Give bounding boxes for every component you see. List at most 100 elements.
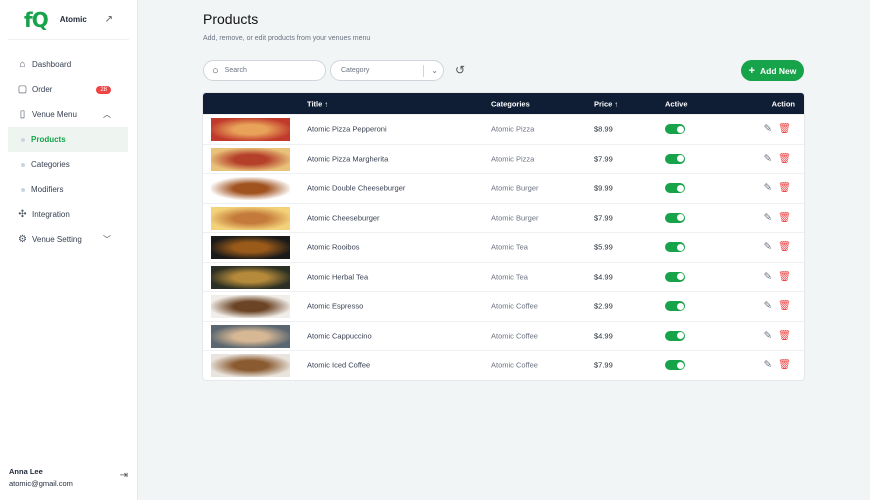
search-input[interactable]: ○ Search [203, 60, 326, 81]
edit-icon[interactable]: ✎ [764, 242, 772, 253]
product-price: $5.99 [594, 242, 613, 252]
trash-icon[interactable]: 🗑︎ [778, 242, 791, 253]
external-link-icon[interactable]: ↗ [105, 14, 113, 25]
sidebar-item-categories[interactable]: Categories [0, 152, 128, 177]
search-icon: ○ [212, 64, 219, 77]
product-category: Atomic Burger [491, 213, 539, 223]
products-table: Title ↑ Categories Price ↑ Active Action… [203, 93, 804, 380]
header-price[interactable]: Price ↑ [594, 99, 618, 108]
product-price: $8.99 [594, 124, 613, 134]
product-image [211, 324, 290, 348]
active-toggle[interactable] [665, 301, 685, 312]
product-title: Atomic Espresso [307, 301, 364, 311]
sidebar-item-integration[interactable]: ✣ Integration [0, 202, 128, 227]
edit-icon[interactable]: ✎ [764, 271, 772, 282]
product-image [211, 206, 290, 230]
table-row: Atomic Pizza Pepperoni Atomic Pizza $8.9… [203, 114, 804, 144]
product-category: Atomic Tea [491, 272, 528, 282]
table-row: Atomic Double Cheeseburger Atomic Burger… [203, 173, 804, 203]
reset-icon[interactable]: ↺ [455, 63, 465, 77]
table-row: Atomic Pizza Margherita Atomic Pizza $7.… [203, 143, 804, 174]
sidebar-item-label: Modifiers [31, 185, 64, 194]
trash-icon[interactable]: 🗑︎ [778, 330, 791, 341]
active-toggle[interactable] [665, 124, 685, 135]
active-toggle[interactable] [665, 153, 685, 164]
table-row: Atomic Espresso Atomic Coffee $2.99 ✎ 🗑︎ [203, 291, 804, 321]
edit-icon[interactable]: ✎ [764, 212, 772, 223]
user-info: Anna Lee atomic@gmail.com ⇥ [9, 467, 128, 488]
book-icon: ▯ [19, 109, 26, 120]
chevron-up-icon[interactable]: ︿ [103, 109, 111, 120]
bullet-icon [21, 162, 25, 167]
trash-icon[interactable]: 🗑︎ [778, 212, 791, 223]
sidebar-item-order[interactable]: ▢ Order 28 [0, 77, 128, 102]
sidebar-item-label: Products [31, 135, 66, 144]
trash-icon[interactable]: 🗑︎ [778, 301, 791, 312]
product-price: $4.99 [594, 331, 613, 341]
sidebar: fQ Atomic ↗ ⌂ Dashboard ▢ Order 28 ▯ Venue Men… [0, 0, 138, 500]
sidebar-item-dashboard[interactable]: ⌂ Dashboard [0, 52, 128, 77]
sidebar-item-venue-setting[interactable]: ⚙ Venue Setting ﹀ [0, 227, 128, 252]
active-toggle[interactable] [665, 271, 685, 282]
product-image [211, 236, 290, 259]
edit-icon[interactable]: ✎ [764, 153, 772, 164]
user-email: atomic@gmail.com [9, 479, 73, 488]
active-toggle[interactable] [665, 242, 685, 253]
product-title: Atomic Rooibos [307, 242, 360, 252]
product-image [211, 118, 290, 141]
sidebar-item-label: Categories [31, 160, 70, 169]
logout-icon[interactable]: ⇥ [120, 470, 128, 481]
edit-icon[interactable]: ✎ [764, 301, 772, 312]
product-title: Atomic Pizza Margherita [307, 154, 389, 164]
sidebar-item-label: Venue Setting [32, 235, 82, 244]
order-count-badge: 28 [96, 85, 111, 94]
product-title: Atomic Cheeseburger [307, 213, 380, 223]
product-price: $7.99 [594, 360, 613, 370]
table-row: Atomic Cappuccino Atomic Coffee $4.99 ✎ … [203, 320, 804, 351]
product-title: Atomic Herbal Tea [307, 272, 369, 282]
edit-icon[interactable]: ✎ [764, 330, 772, 341]
sidebar-item-venue-menu[interactable]: ▯ Venue Menu ︿ [0, 102, 128, 127]
product-title: Atomic Pizza Pepperoni [307, 124, 387, 134]
category-select[interactable]: Category ⌄ [330, 60, 444, 81]
product-title: Atomic Double Cheeseburger [307, 183, 406, 193]
edit-icon[interactable]: ✎ [764, 360, 772, 371]
active-toggle[interactable] [665, 183, 685, 194]
product-category: Atomic Coffee [491, 331, 538, 341]
edit-icon[interactable]: ✎ [764, 124, 772, 135]
product-price: $4.99 [594, 272, 613, 282]
header-title[interactable]: Title ↑ [307, 99, 328, 108]
active-toggle[interactable] [665, 360, 685, 371]
trash-icon[interactable]: 🗑︎ [778, 360, 791, 371]
chevron-down-icon[interactable]: ﹀ [103, 234, 111, 245]
table-row: Atomic Cheeseburger Atomic Burger $7.99 … [203, 202, 804, 233]
main-content: Products Add, remove, or edit products f… [203, 0, 804, 380]
nav-menu: ⌂ Dashboard ▢ Order 28 ▯ Venue Menu ︿ Products Ca… [0, 52, 137, 252]
product-price: $2.99 [594, 301, 613, 311]
bag-icon: ▢ [17, 84, 28, 95]
table-header: Title ↑ Categories Price ↑ Active Action [203, 93, 804, 114]
add-new-button[interactable]: + Add New [741, 60, 804, 81]
active-toggle[interactable] [665, 330, 685, 341]
sidebar-item-modifiers[interactable]: Modifiers [0, 177, 128, 202]
trash-icon[interactable]: 🗑︎ [778, 153, 791, 164]
active-toggle[interactable] [665, 212, 685, 223]
trash-icon[interactable]: 🗑︎ [778, 183, 791, 194]
product-price: $7.99 [594, 154, 613, 164]
trash-icon[interactable]: 🗑︎ [778, 124, 791, 135]
trash-icon[interactable]: 🗑︎ [778, 271, 791, 282]
sidebar-item-products[interactable]: Products [8, 127, 128, 152]
venue-name: Atomic [59, 15, 87, 24]
product-title: Atomic Iced Coffee [307, 360, 371, 370]
add-new-label: Add New [760, 65, 797, 76]
header-categories: Categories [491, 99, 530, 108]
product-category: Atomic Coffee [491, 301, 538, 311]
product-category: Atomic Burger [491, 183, 539, 193]
product-category: Atomic Coffee [491, 360, 538, 370]
sidebar-item-label: Integration [32, 210, 70, 219]
product-category: Atomic Pizza [491, 124, 535, 134]
table-row: Atomic Rooibos Atomic Tea $5.99 ✎ 🗑︎ [203, 232, 804, 262]
logo: fQ [24, 7, 49, 32]
edit-icon[interactable]: ✎ [764, 183, 772, 194]
product-image [211, 177, 290, 200]
